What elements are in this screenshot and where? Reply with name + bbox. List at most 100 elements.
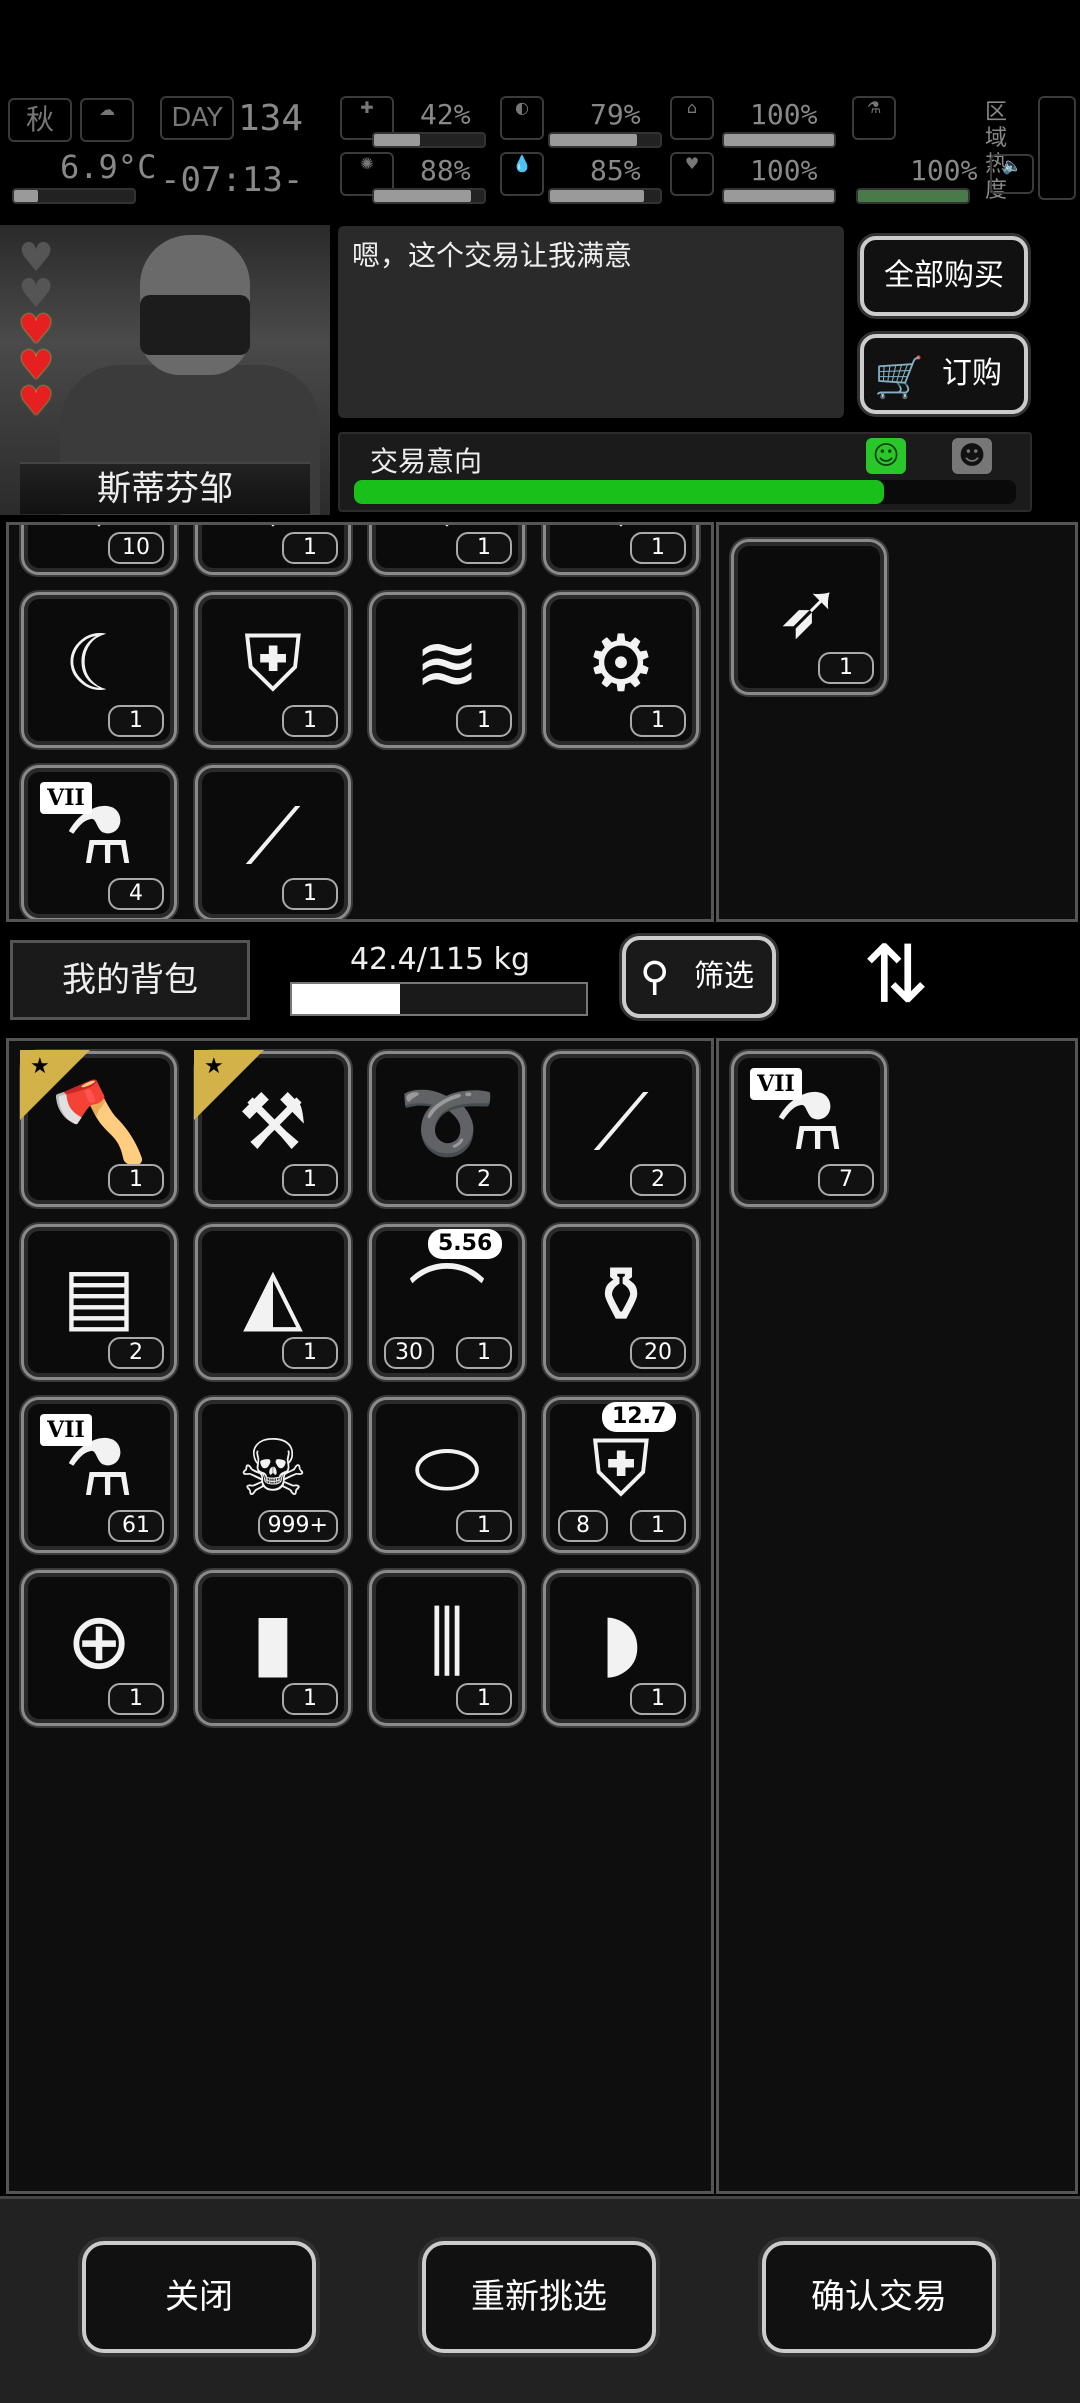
armor-vest-icon: ⛨ bbox=[243, 618, 303, 709]
caliber-badge: 5.56 bbox=[428, 1229, 503, 1259]
item-slot[interactable]: ➶ 1 bbox=[731, 539, 887, 695]
item-slot[interactable]: ☾ 1 bbox=[21, 592, 177, 748]
caliber-badge: 12.7 bbox=[602, 1402, 677, 1432]
confirm-trade-button[interactable]: 确认交易 bbox=[762, 2241, 996, 2353]
item-count: 1 bbox=[282, 1683, 338, 1715]
item-slot[interactable]: ◆10 bbox=[21, 525, 177, 575]
item-count: 1 bbox=[108, 1683, 164, 1715]
affinity-hearts: ♥ ♥ ♥ ♥ ♥ bbox=[14, 238, 64, 425]
item-count: 7 bbox=[818, 1164, 874, 1196]
item-slot[interactable]: ⟋ 1 bbox=[195, 765, 351, 919]
merchant-trade-slots[interactable]: ➶ 1 bbox=[716, 522, 1078, 922]
search-icon: ⚲ bbox=[640, 954, 670, 1000]
merchant-inventory[interactable]: ◆10◆1◆1◆1☾1⛨1≋1⚙1⚗VII4⟋1 bbox=[6, 522, 714, 922]
item-count: 20 bbox=[630, 1337, 686, 1369]
sound-icon[interactable]: 🔈 bbox=[990, 154, 1034, 194]
item-slot[interactable]: ⚗ VII 4 bbox=[21, 765, 177, 919]
item-slot[interactable]: ⛨ 1 bbox=[195, 592, 351, 748]
claw-icon: ≋ bbox=[414, 619, 480, 709]
canned-food-icon: ⬭ bbox=[413, 1423, 481, 1514]
smile-face-icon: ☺ bbox=[866, 438, 906, 474]
heart-filled-icon: ♥ bbox=[18, 379, 54, 425]
rope-icon: ➰ bbox=[398, 1077, 496, 1168]
item-slot[interactable]: ◗ 1 bbox=[543, 1570, 699, 1726]
item-slot[interactable]: ▮ 1 bbox=[195, 1570, 351, 1726]
sickle-icon: ☾ bbox=[64, 619, 134, 709]
close-button[interactable]: 关闭 bbox=[82, 2241, 316, 2353]
item-slot[interactable]: ◆1 bbox=[195, 525, 351, 575]
filter-button[interactable]: ⚲ 筛选 bbox=[622, 936, 776, 1018]
flask-icon: ⚗ bbox=[852, 96, 896, 140]
item-slot[interactable]: 🪓 ★ 1 bbox=[20, 1050, 177, 1207]
bottle-icon: ⚱ bbox=[588, 1251, 654, 1341]
reselect-button[interactable]: 重新挑选 bbox=[422, 2241, 656, 2353]
stat-mind: 88% bbox=[420, 154, 471, 187]
item-slot[interactable]: ➰ 2 bbox=[369, 1051, 525, 1207]
item-count: 999+ bbox=[257, 1510, 338, 1542]
backpack-label: 我的背包 bbox=[10, 940, 250, 1020]
cloth-scrap-icon: ◭ bbox=[243, 1251, 303, 1341]
order-button[interactable]: 🛒 订购 bbox=[860, 334, 1028, 414]
minigun-icon: ⚙ bbox=[586, 619, 656, 709]
stat-zone: 100% bbox=[910, 154, 978, 187]
item-count: 1 bbox=[456, 1337, 512, 1369]
grin-face-icon: ☻ bbox=[952, 438, 992, 474]
item-slot[interactable]: ▤ 2 bbox=[21, 1224, 177, 1380]
item-count: 1 bbox=[282, 532, 338, 564]
star-badge-icon: ★ bbox=[194, 1050, 264, 1120]
merchant-mask bbox=[140, 295, 250, 355]
rounds-count: 8 bbox=[558, 1510, 608, 1542]
weight-bar bbox=[290, 982, 588, 1016]
item-count: 1 bbox=[282, 1337, 338, 1369]
tweezers-icon: ⟋ bbox=[593, 1077, 649, 1168]
item-slot[interactable]: ⚙ 1 bbox=[543, 592, 699, 748]
item-slot[interactable]: ⌒ 5.56 30 1 bbox=[369, 1224, 525, 1380]
item-count: 4 bbox=[108, 878, 164, 910]
shopping-cart-icon: 🛒 bbox=[874, 355, 924, 401]
item-count: 1 bbox=[818, 652, 874, 684]
zone-heat-meter bbox=[1038, 96, 1076, 200]
item-slot[interactable]: ⚗ VII 7 bbox=[731, 1051, 887, 1207]
item-slot[interactable]: ⟋ 2 bbox=[543, 1051, 699, 1207]
item-slot[interactable]: ⛨ 12.7 8 1 bbox=[543, 1397, 699, 1553]
trade-intent-fill bbox=[354, 480, 884, 504]
item-count: 1 bbox=[630, 1510, 686, 1542]
tier-badge: VII bbox=[40, 782, 92, 814]
item-slot[interactable]: ⊕ 1 bbox=[21, 1570, 177, 1726]
item-count: 1 bbox=[456, 705, 512, 737]
item-count: 1 bbox=[108, 705, 164, 737]
player-trade-slots[interactable]: ⚗ VII 7 bbox=[716, 1038, 1078, 2194]
item-slot[interactable]: ⬭ 1 bbox=[369, 1397, 525, 1553]
stat-stamina-bar bbox=[722, 132, 836, 148]
item-slot[interactable]: ⚒ ★ 1 bbox=[194, 1050, 351, 1207]
merchant-dialog: 嗯，这个交易让我满意 bbox=[338, 226, 844, 418]
item-slot[interactable]: ◭ 1 bbox=[195, 1224, 351, 1380]
stat-thirst-bar bbox=[548, 188, 662, 204]
stat-health: 42% bbox=[420, 98, 471, 131]
status-hud: 秋 ☁ DAY 134 6.9°C -07:13- ✚ 42% ✺ 88% ◐ … bbox=[0, 90, 1080, 210]
trade-intent-panel: 交易意向 ☺ ☻ bbox=[338, 432, 1032, 512]
item-slot[interactable]: ⚗ VII 61 bbox=[21, 1397, 177, 1553]
item-count: 1 bbox=[456, 1683, 512, 1715]
item-slot[interactable]: ⫼ 1 bbox=[369, 1570, 525, 1726]
buy-all-button[interactable]: 全部购买 bbox=[860, 236, 1028, 316]
item-slot[interactable]: ☠ 999+ bbox=[195, 1397, 351, 1553]
action-bar: 关闭 重新挑选 确认交易 bbox=[0, 2196, 1080, 2403]
item-count: 2 bbox=[108, 1337, 164, 1369]
item-slot[interactable]: ◆1 bbox=[543, 525, 699, 575]
swap-arrows-icon[interactable]: ⇅ bbox=[856, 930, 936, 1020]
stat-hunger-bar bbox=[548, 132, 662, 148]
item-slot[interactable]: ≋ 1 bbox=[369, 592, 525, 748]
suppressor-icon: ⫼ bbox=[429, 1596, 465, 1687]
item-count: 1 bbox=[282, 1164, 338, 1196]
item-slot[interactable]: ◆1 bbox=[369, 525, 525, 575]
item-count: 1 bbox=[282, 705, 338, 737]
item-count: 61 bbox=[108, 1510, 164, 1542]
item-slot[interactable]: ⚱ 20 bbox=[543, 1224, 699, 1380]
item-count: 2 bbox=[456, 1164, 512, 1196]
item-count: 1 bbox=[456, 532, 512, 564]
merchant-name: 斯蒂芬邹 bbox=[20, 462, 310, 514]
trade-intent-bar bbox=[354, 480, 1016, 504]
stat-zone-bar bbox=[856, 188, 970, 204]
backpack-inventory[interactable]: 🪓 ★ 1 ⚒ ★ 1 ➰ 2 ⟋ 2 ▤ 2 ◭ 1 ⌒ 5.56 30 1 ⚱ 20 ⚗ VII 61 ☠ 999+ ⬭ 1 ⛨ 1… bbox=[6, 1038, 714, 2194]
